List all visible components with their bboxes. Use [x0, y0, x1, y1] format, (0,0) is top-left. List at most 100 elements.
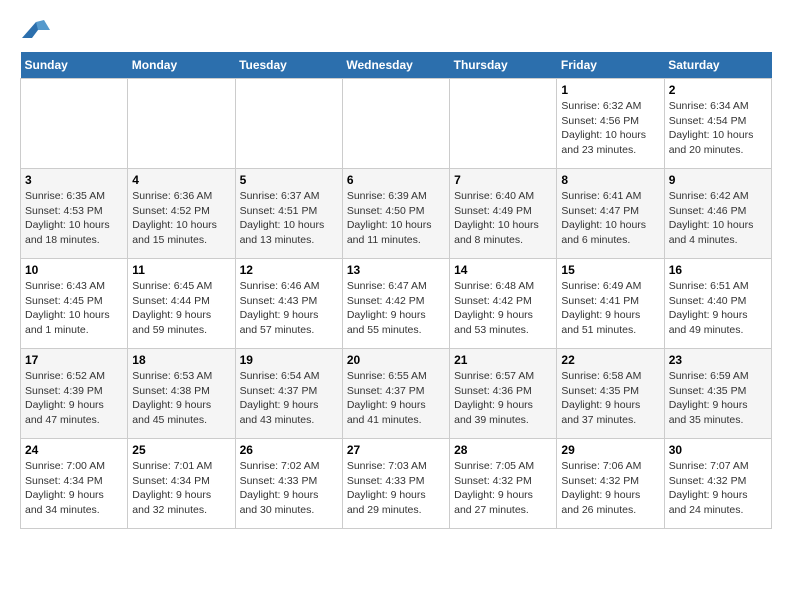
day-number: 26	[240, 443, 338, 457]
calendar-cell: 8 Sunrise: 6:41 AM Sunset: 4:47 PM Daylig…	[557, 169, 664, 259]
day-number: 4	[132, 173, 230, 187]
day-number: 14	[454, 263, 552, 277]
calendar-cell: 27 Sunrise: 7:03 AM Sunset: 4:33 PM Dayli…	[342, 439, 449, 529]
day-info: Sunrise: 6:40 AM Sunset: 4:49 PM Dayligh…	[454, 189, 552, 248]
calendar-cell: 30 Sunrise: 7:07 AM Sunset: 4:32 PM Dayli…	[664, 439, 771, 529]
calendar-cell: 1 Sunrise: 6:32 AM Sunset: 4:56 PM Daylig…	[557, 79, 664, 169]
day-info: Sunrise: 6:37 AM Sunset: 4:51 PM Dayligh…	[240, 189, 338, 248]
day-info: Sunrise: 7:07 AM Sunset: 4:32 PM Dayligh…	[669, 459, 767, 518]
day-number: 11	[132, 263, 230, 277]
day-info: Sunrise: 6:43 AM Sunset: 4:45 PM Dayligh…	[25, 279, 123, 338]
calendar-cell: 4 Sunrise: 6:36 AM Sunset: 4:52 PM Daylig…	[128, 169, 235, 259]
day-number: 21	[454, 353, 552, 367]
day-number: 30	[669, 443, 767, 457]
day-info: Sunrise: 6:42 AM Sunset: 4:46 PM Dayligh…	[669, 189, 767, 248]
column-header-friday: Friday	[557, 52, 664, 79]
day-info: Sunrise: 6:55 AM Sunset: 4:37 PM Dayligh…	[347, 369, 445, 428]
day-info: Sunrise: 6:36 AM Sunset: 4:52 PM Dayligh…	[132, 189, 230, 248]
day-number: 2	[669, 83, 767, 97]
day-info: Sunrise: 7:01 AM Sunset: 4:34 PM Dayligh…	[132, 459, 230, 518]
calendar-cell	[21, 79, 128, 169]
calendar-cell: 5 Sunrise: 6:37 AM Sunset: 4:51 PM Daylig…	[235, 169, 342, 259]
column-header-wednesday: Wednesday	[342, 52, 449, 79]
day-number: 19	[240, 353, 338, 367]
day-info: Sunrise: 6:49 AM Sunset: 4:41 PM Dayligh…	[561, 279, 659, 338]
calendar-week-row: 24 Sunrise: 7:00 AM Sunset: 4:34 PM Dayli…	[21, 439, 772, 529]
day-number: 28	[454, 443, 552, 457]
calendar-cell: 18 Sunrise: 6:53 AM Sunset: 4:38 PM Dayli…	[128, 349, 235, 439]
day-number: 9	[669, 173, 767, 187]
day-info: Sunrise: 6:47 AM Sunset: 4:42 PM Dayligh…	[347, 279, 445, 338]
day-number: 20	[347, 353, 445, 367]
calendar-table: SundayMondayTuesdayWednesdayThursdayFrid…	[20, 52, 772, 529]
day-info: Sunrise: 7:05 AM Sunset: 4:32 PM Dayligh…	[454, 459, 552, 518]
day-info: Sunrise: 7:02 AM Sunset: 4:33 PM Dayligh…	[240, 459, 338, 518]
day-info: Sunrise: 7:03 AM Sunset: 4:33 PM Dayligh…	[347, 459, 445, 518]
calendar-cell: 15 Sunrise: 6:49 AM Sunset: 4:41 PM Dayli…	[557, 259, 664, 349]
calendar-week-row: 3 Sunrise: 6:35 AM Sunset: 4:53 PM Daylig…	[21, 169, 772, 259]
day-number: 29	[561, 443, 659, 457]
calendar-week-row: 17 Sunrise: 6:52 AM Sunset: 4:39 PM Dayli…	[21, 349, 772, 439]
calendar-cell: 20 Sunrise: 6:55 AM Sunset: 4:37 PM Dayli…	[342, 349, 449, 439]
day-number: 25	[132, 443, 230, 457]
day-number: 16	[669, 263, 767, 277]
calendar-cell: 23 Sunrise: 6:59 AM Sunset: 4:35 PM Dayli…	[664, 349, 771, 439]
day-info: Sunrise: 6:35 AM Sunset: 4:53 PM Dayligh…	[25, 189, 123, 248]
day-number: 8	[561, 173, 659, 187]
column-header-tuesday: Tuesday	[235, 52, 342, 79]
day-info: Sunrise: 6:41 AM Sunset: 4:47 PM Dayligh…	[561, 189, 659, 248]
calendar-cell: 21 Sunrise: 6:57 AM Sunset: 4:36 PM Dayli…	[450, 349, 557, 439]
day-info: Sunrise: 6:48 AM Sunset: 4:42 PM Dayligh…	[454, 279, 552, 338]
day-info: Sunrise: 6:54 AM Sunset: 4:37 PM Dayligh…	[240, 369, 338, 428]
day-number: 3	[25, 173, 123, 187]
day-number: 23	[669, 353, 767, 367]
day-number: 6	[347, 173, 445, 187]
day-number: 1	[561, 83, 659, 97]
calendar-cell: 19 Sunrise: 6:54 AM Sunset: 4:37 PM Dayli…	[235, 349, 342, 439]
day-info: Sunrise: 6:57 AM Sunset: 4:36 PM Dayligh…	[454, 369, 552, 428]
day-number: 13	[347, 263, 445, 277]
calendar-cell: 7 Sunrise: 6:40 AM Sunset: 4:49 PM Daylig…	[450, 169, 557, 259]
calendar-cell: 14 Sunrise: 6:48 AM Sunset: 4:42 PM Dayli…	[450, 259, 557, 349]
calendar-cell: 28 Sunrise: 7:05 AM Sunset: 4:32 PM Dayli…	[450, 439, 557, 529]
calendar-cell: 6Sunrise: 6:39 AM Sunset: 4:50 PM Daylig…	[342, 169, 449, 259]
day-info: Sunrise: 6:59 AM Sunset: 4:35 PM Dayligh…	[669, 369, 767, 428]
column-header-thursday: Thursday	[450, 52, 557, 79]
day-info: Sunrise: 6:58 AM Sunset: 4:35 PM Dayligh…	[561, 369, 659, 428]
page-header	[20, 20, 772, 42]
column-header-monday: Monday	[128, 52, 235, 79]
calendar-cell: 9 Sunrise: 6:42 AM Sunset: 4:46 PM Daylig…	[664, 169, 771, 259]
logo	[20, 20, 50, 42]
day-number: 12	[240, 263, 338, 277]
calendar-cell: 10Sunrise: 6:43 AM Sunset: 4:45 PM Dayli…	[21, 259, 128, 349]
day-info: Sunrise: 6:46 AM Sunset: 4:43 PM Dayligh…	[240, 279, 338, 338]
day-info: Sunrise: 7:00 AM Sunset: 4:34 PM Dayligh…	[25, 459, 123, 518]
day-info: Sunrise: 6:52 AM Sunset: 4:39 PM Dayligh…	[25, 369, 123, 428]
day-info: Sunrise: 6:45 AM Sunset: 4:44 PM Dayligh…	[132, 279, 230, 338]
day-number: 27	[347, 443, 445, 457]
calendar-cell	[128, 79, 235, 169]
calendar-cell	[342, 79, 449, 169]
day-number: 7	[454, 173, 552, 187]
calendar-week-row: 1 Sunrise: 6:32 AM Sunset: 4:56 PM Daylig…	[21, 79, 772, 169]
calendar-header-row: SundayMondayTuesdayWednesdayThursdayFrid…	[21, 52, 772, 79]
column-header-sunday: Sunday	[21, 52, 128, 79]
day-number: 5	[240, 173, 338, 187]
day-number: 15	[561, 263, 659, 277]
calendar-cell: 11 Sunrise: 6:45 AM Sunset: 4:44 PM Dayli…	[128, 259, 235, 349]
day-info: Sunrise: 6:32 AM Sunset: 4:56 PM Dayligh…	[561, 99, 659, 158]
column-header-saturday: Saturday	[664, 52, 771, 79]
day-info: Sunrise: 6:53 AM Sunset: 4:38 PM Dayligh…	[132, 369, 230, 428]
calendar-cell	[450, 79, 557, 169]
calendar-cell: 25 Sunrise: 7:01 AM Sunset: 4:34 PM Dayli…	[128, 439, 235, 529]
day-number: 17	[25, 353, 123, 367]
logo-bird-icon	[22, 20, 50, 42]
day-number: 18	[132, 353, 230, 367]
calendar-cell: 3 Sunrise: 6:35 AM Sunset: 4:53 PM Daylig…	[21, 169, 128, 259]
day-number: 24	[25, 443, 123, 457]
calendar-week-row: 10Sunrise: 6:43 AM Sunset: 4:45 PM Dayli…	[21, 259, 772, 349]
calendar-cell: 12 Sunrise: 6:46 AM Sunset: 4:43 PM Dayli…	[235, 259, 342, 349]
calendar-cell: 26 Sunrise: 7:02 AM Sunset: 4:33 PM Dayli…	[235, 439, 342, 529]
day-info: Sunrise: 6:34 AM Sunset: 4:54 PM Dayligh…	[669, 99, 767, 158]
calendar-cell: 2 Sunrise: 6:34 AM Sunset: 4:54 PM Daylig…	[664, 79, 771, 169]
